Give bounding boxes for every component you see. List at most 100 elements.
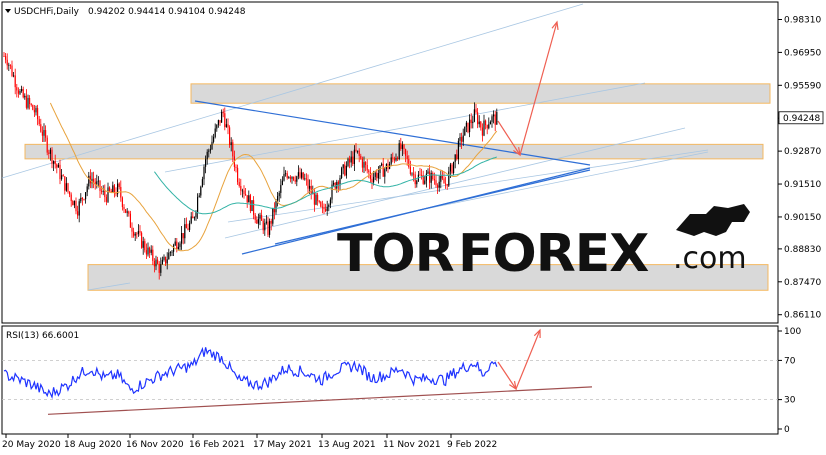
price-tick-label: 0.91510	[784, 180, 821, 190]
candle-body	[211, 141, 213, 150]
candle-body	[197, 197, 199, 212]
candle-body	[361, 158, 363, 168]
candle-body	[157, 259, 159, 264]
candle-body	[163, 256, 165, 260]
candle-body	[297, 172, 299, 177]
candle-body	[317, 194, 319, 201]
candle-body	[494, 114, 496, 125]
candle-body	[209, 149, 211, 151]
rsi-tick-label: 0	[784, 425, 790, 435]
candle-body	[429, 171, 431, 183]
candle-body	[491, 116, 493, 122]
candle-body	[3, 56, 5, 57]
candle-body	[203, 166, 205, 180]
candle-body	[152, 249, 154, 261]
candle-body	[333, 182, 335, 185]
candle-body	[125, 209, 127, 213]
candle-body	[109, 187, 111, 192]
candle-body	[486, 125, 488, 129]
candle-body	[192, 216, 194, 219]
candle-body	[249, 195, 251, 212]
candle-body	[139, 230, 141, 233]
candle-body	[461, 137, 463, 142]
candle-body	[398, 143, 400, 160]
candle-body	[421, 174, 423, 176]
candle-body	[473, 109, 475, 122]
candle-body	[235, 166, 237, 168]
candle-body	[51, 149, 53, 164]
date-tick-label: 9 Feb 2022	[447, 440, 497, 450]
resistance-zone-1	[190, 83, 771, 104]
candle-body	[75, 200, 77, 212]
date-tick-label: 20 May 2020	[2, 440, 61, 450]
logo-text-domain: .com	[673, 241, 747, 276]
price-tick-label: 0.86110	[784, 311, 821, 321]
candle-body	[329, 199, 331, 205]
candle-body	[369, 172, 371, 179]
candle-body	[83, 199, 85, 200]
candle-body	[118, 183, 120, 187]
candle-body	[213, 136, 215, 142]
candle-body	[59, 164, 61, 180]
candle-body	[144, 241, 146, 251]
candle-body	[185, 224, 187, 229]
candle-body	[155, 259, 157, 267]
candle-body	[198, 195, 200, 198]
candle-body	[174, 241, 176, 246]
date-tick-label: 16 Feb 2021	[189, 440, 245, 450]
candle-body	[483, 120, 485, 136]
candle-body	[425, 173, 427, 181]
candle-body	[80, 197, 82, 202]
candle-body	[49, 149, 51, 154]
candle-body	[112, 185, 114, 193]
candle-body	[17, 90, 19, 94]
candle-body	[245, 194, 247, 196]
candle-body	[200, 186, 202, 196]
price-tick-label: 0.92870	[784, 147, 821, 157]
candle-body	[232, 142, 234, 157]
candle-body	[237, 167, 239, 183]
candle-body	[368, 170, 370, 173]
candle-body	[113, 185, 115, 193]
candle-body	[19, 90, 21, 94]
candle-body	[443, 178, 445, 184]
candle-body	[401, 144, 403, 149]
candle-body	[86, 186, 88, 193]
candle-body	[366, 165, 368, 171]
candle-body	[142, 241, 144, 248]
price-tick-label: 0.95590	[784, 81, 821, 91]
candle-body	[171, 251, 173, 253]
candle-body	[427, 171, 429, 174]
candle-body	[392, 157, 394, 159]
candle-body	[246, 195, 248, 203]
candle-body	[182, 233, 184, 239]
candle-body	[8, 64, 10, 66]
candle-body	[129, 213, 131, 228]
candle-body	[301, 172, 303, 178]
candle-body	[281, 180, 283, 185]
candle-body	[441, 175, 443, 179]
candle-body	[184, 224, 186, 239]
candle-body	[227, 124, 229, 128]
candle-body	[141, 232, 143, 248]
candle-body	[149, 247, 151, 253]
candle-body	[177, 246, 179, 250]
candle-body	[166, 259, 168, 264]
rsi-tick-label: 100	[784, 327, 801, 337]
candle-body	[241, 190, 243, 192]
candle-body	[472, 121, 474, 124]
candle-body	[304, 178, 306, 180]
candle-body	[307, 179, 309, 189]
candle-body	[134, 233, 136, 236]
candle-body	[37, 108, 39, 120]
candle-body	[456, 154, 458, 160]
candle-body	[454, 154, 456, 162]
candle-body	[69, 191, 71, 195]
candle-body	[305, 178, 307, 180]
current-price-label: 0.94248	[783, 114, 820, 124]
candle-body	[253, 200, 255, 215]
candle-body	[457, 140, 459, 160]
candle-body	[350, 156, 352, 163]
candle-body	[453, 161, 455, 174]
logo-text-forex: FOREX	[458, 224, 649, 284]
